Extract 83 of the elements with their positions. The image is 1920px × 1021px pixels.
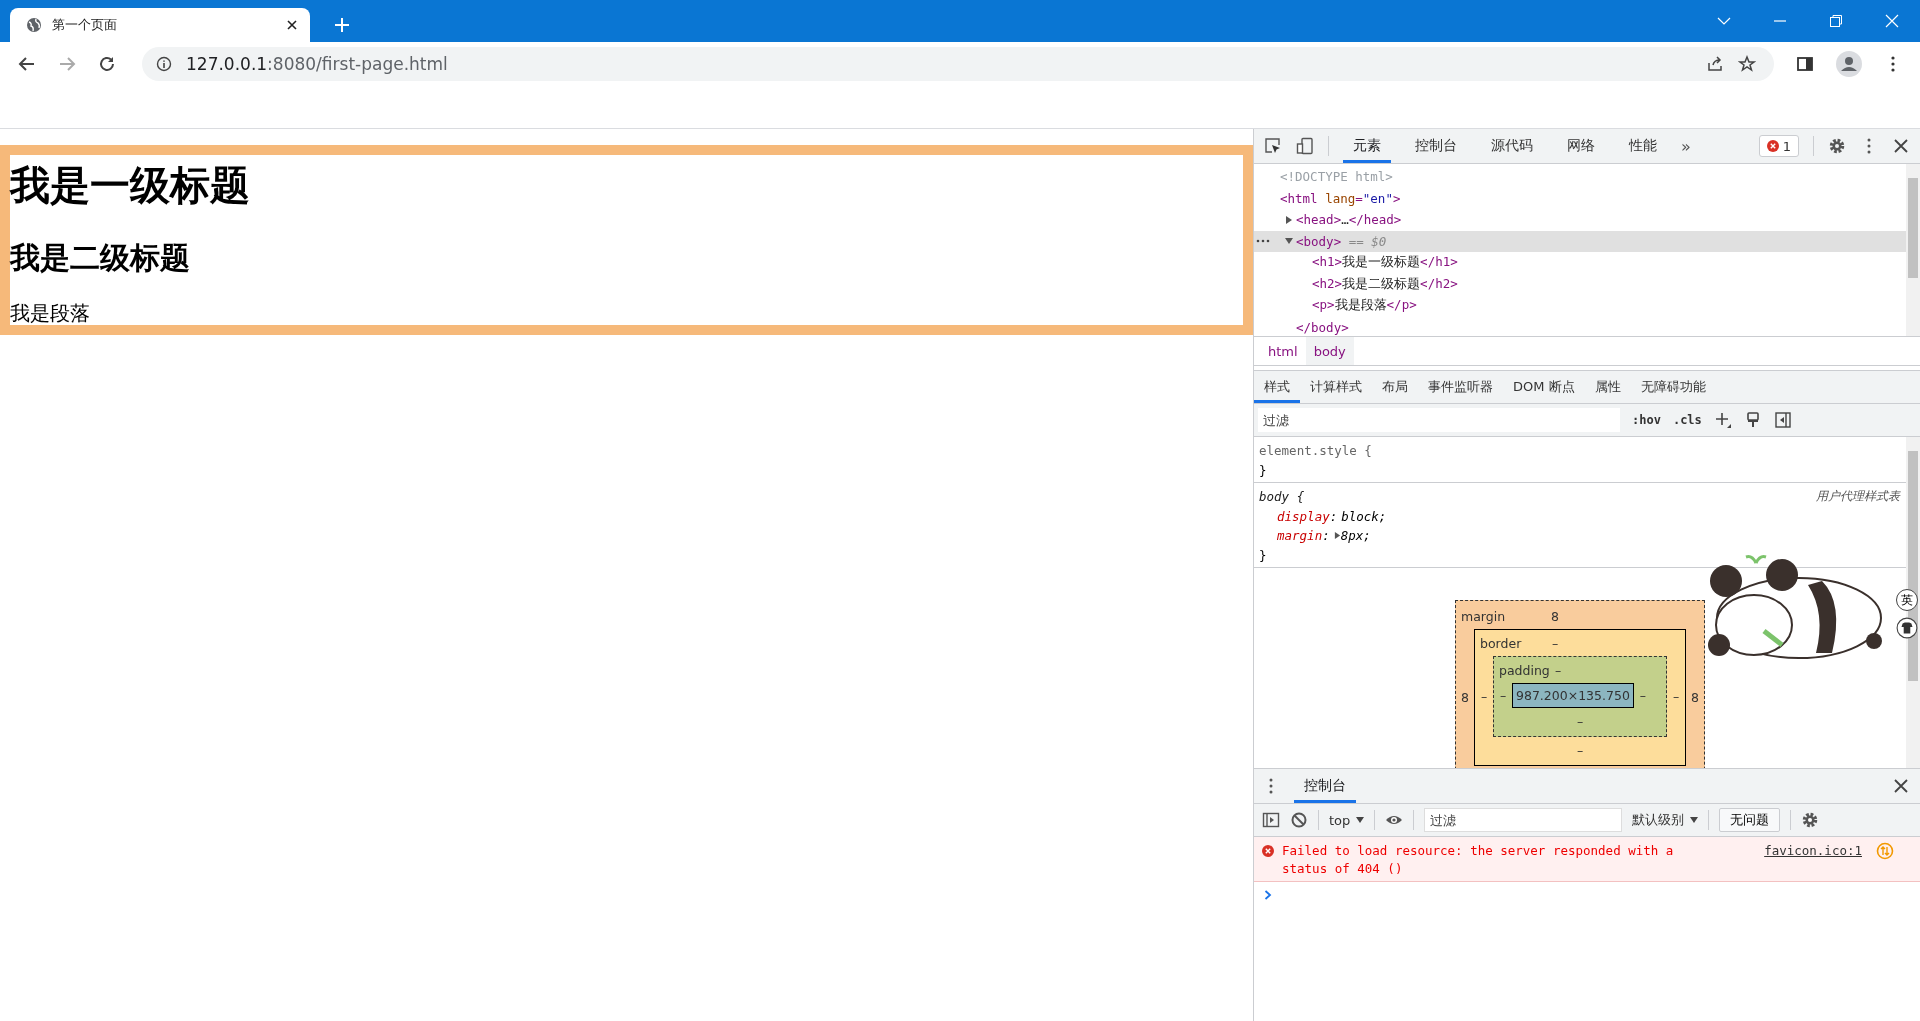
paragraph: 我是段落 <box>10 301 91 325</box>
heading: 我是一级标题 <box>10 161 251 209</box>
source-link[interactable]: favicon.ico:1 <box>1764 842 1862 860</box>
code-line[interactable]: </body> <box>1296 319 1349 335</box>
closing-brace: } <box>1259 546 1268 565</box>
css-declaration[interactable]: margin: <box>1277 526 1330 546</box>
inspect-icon[interactable] <box>1264 137 1282 155</box>
error-icon <box>1766 140 1779 152</box>
subheading: 我是二级标题 <box>10 240 191 276</box>
border-box[interactable]: border – – padding – – 987.200×135.750 – – – – <box>1474 629 1686 766</box>
new-tab-icon[interactable] <box>334 17 350 33</box>
settings-icon[interactable] <box>1801 811 1820 829</box>
globe-icon <box>26 17 42 33</box>
breadcrumb[interactable]: body <box>1305 337 1354 365</box>
scrollbar[interactable] <box>1906 164 1920 336</box>
devtools-tab[interactable]: 元素 <box>1343 129 1391 163</box>
prompt-icon[interactable] <box>1264 890 1272 900</box>
padding-box[interactable]: padding – – 987.200×135.750 – – <box>1493 656 1667 737</box>
sidebar-toggle-icon[interactable] <box>1262 811 1280 829</box>
address-bar[interactable]: 127.0.0.1:8080/first-page.html <box>142 47 1774 81</box>
close-icon[interactable] <box>1892 777 1910 795</box>
closing-brace: } <box>1259 461 1268 480</box>
sidebar-toggle-icon[interactable] <box>1773 411 1792 429</box>
devtools-tab[interactable]: 控制台 <box>1405 129 1467 163</box>
code-line[interactable]: <html lang="en"> <box>1280 190 1401 206</box>
styles-tab[interactable]: DOM 断点 <box>1503 371 1585 403</box>
toggle-button[interactable]: :hov <box>1632 413 1661 427</box>
filter-field[interactable]: 过滤 <box>1424 808 1623 832</box>
error-count-button[interactable]: 1 <box>1758 135 1799 157</box>
clear-icon[interactable] <box>1290 811 1308 829</box>
css-value[interactable]: block; <box>1341 506 1387 526</box>
browser-tab[interactable]: 第一个页面 <box>10 8 310 42</box>
close-icon[interactable] <box>1892 137 1910 155</box>
error-icon <box>1262 845 1274 857</box>
console-message: Failed to load resource: the server responded with a status of 404 () <box>1282 842 1675 878</box>
content-box[interactable]: 987.200×135.750 <box>1512 683 1634 708</box>
code-line[interactable]: <head>…</head> <box>1296 212 1402 228</box>
css-selector: body { <box>1259 488 1305 506</box>
styles-tab[interactable]: 属性 <box>1584 371 1631 403</box>
profile-icon[interactable] <box>1836 51 1862 77</box>
log-level-dropdown[interactable]: 默认级别 <box>1632 811 1699 829</box>
css-declaration[interactable]: display: <box>1277 506 1338 526</box>
filter-field[interactable]: 过滤 <box>1258 408 1620 432</box>
restore-icon[interactable] <box>1829 14 1843 28</box>
code-line[interactable]: <h2>我是二级标题</h2> <box>1312 275 1458 293</box>
devtools-tab[interactable]: 性能 <box>1619 129 1667 163</box>
more-tabs-button[interactable]: » <box>1681 136 1691 156</box>
code-line[interactable]: <body> == $0 <box>1296 233 1387 249</box>
issues-button[interactable]: 无问题 <box>1719 808 1781 832</box>
devtools-tab[interactable]: 网络 <box>1557 129 1605 163</box>
side-panel-icon[interactable] <box>1796 55 1814 73</box>
settings-icon[interactable] <box>1828 137 1846 155</box>
ellipsis-icon[interactable] <box>1256 238 1270 245</box>
expand-triangle-icon[interactable] <box>1285 215 1293 224</box>
input-method-badge[interactable]: 英 <box>1896 589 1918 611</box>
tab-title: 第一个页面 <box>52 16 118 34</box>
code-line[interactable]: <h1>我是一级标题</h1> <box>1312 254 1458 272</box>
device-icon[interactable] <box>1296 137 1314 155</box>
toggle-button[interactable]: .cls <box>1672 413 1702 427</box>
back-icon[interactable] <box>18 55 36 73</box>
caret-icon <box>1356 817 1365 823</box>
add-icon[interactable] <box>1713 411 1732 429</box>
context-dropdown[interactable]: top <box>1329 812 1365 828</box>
reload-icon[interactable] <box>98 55 116 73</box>
styles-tab[interactable]: 事件监听器 <box>1418 371 1503 403</box>
share-icon[interactable] <box>1706 55 1724 73</box>
styles-tab[interactable]: 布局 <box>1372 371 1418 403</box>
close-icon[interactable] <box>286 19 298 31</box>
expand-triangle-icon[interactable] <box>1285 237 1293 246</box>
code-line[interactable]: <p>我是段落</p> <box>1312 297 1417 315</box>
styles-tab[interactable]: 无障碍功能 <box>1630 371 1716 403</box>
margin-box[interactable]: margin 8 8 border – – padding – – 987.200×135.750 – – – – 8 <box>1455 600 1705 768</box>
breadcrumb[interactable]: html <box>1260 337 1306 365</box>
caret-icon <box>1690 817 1699 823</box>
devtools-tab[interactable]: 源代码 <box>1481 129 1543 163</box>
styles-tab[interactable]: 计算样式 <box>1300 371 1372 403</box>
info-icon <box>156 56 172 72</box>
css-selector: element.style { <box>1259 442 1372 460</box>
stylesheet-source: 用户代理样式表 <box>1816 488 1900 505</box>
expand-triangle-icon[interactable] <box>1333 532 1341 540</box>
star-icon[interactable] <box>1738 55 1756 73</box>
shirt-icon[interactable] <box>1896 617 1918 639</box>
css-value[interactable]: 8px; <box>1340 526 1371 546</box>
